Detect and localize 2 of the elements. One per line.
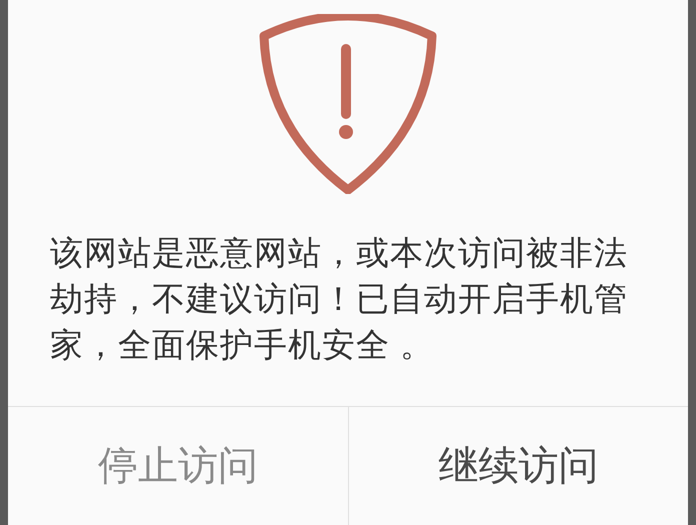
warning-shield-icon: [259, 14, 437, 194]
warning-message: 该网站是恶意网站，或本次访问被非法劫持，不建议访问！已自动开启手机管家，全面保护手机安全 。: [50, 233, 629, 365]
